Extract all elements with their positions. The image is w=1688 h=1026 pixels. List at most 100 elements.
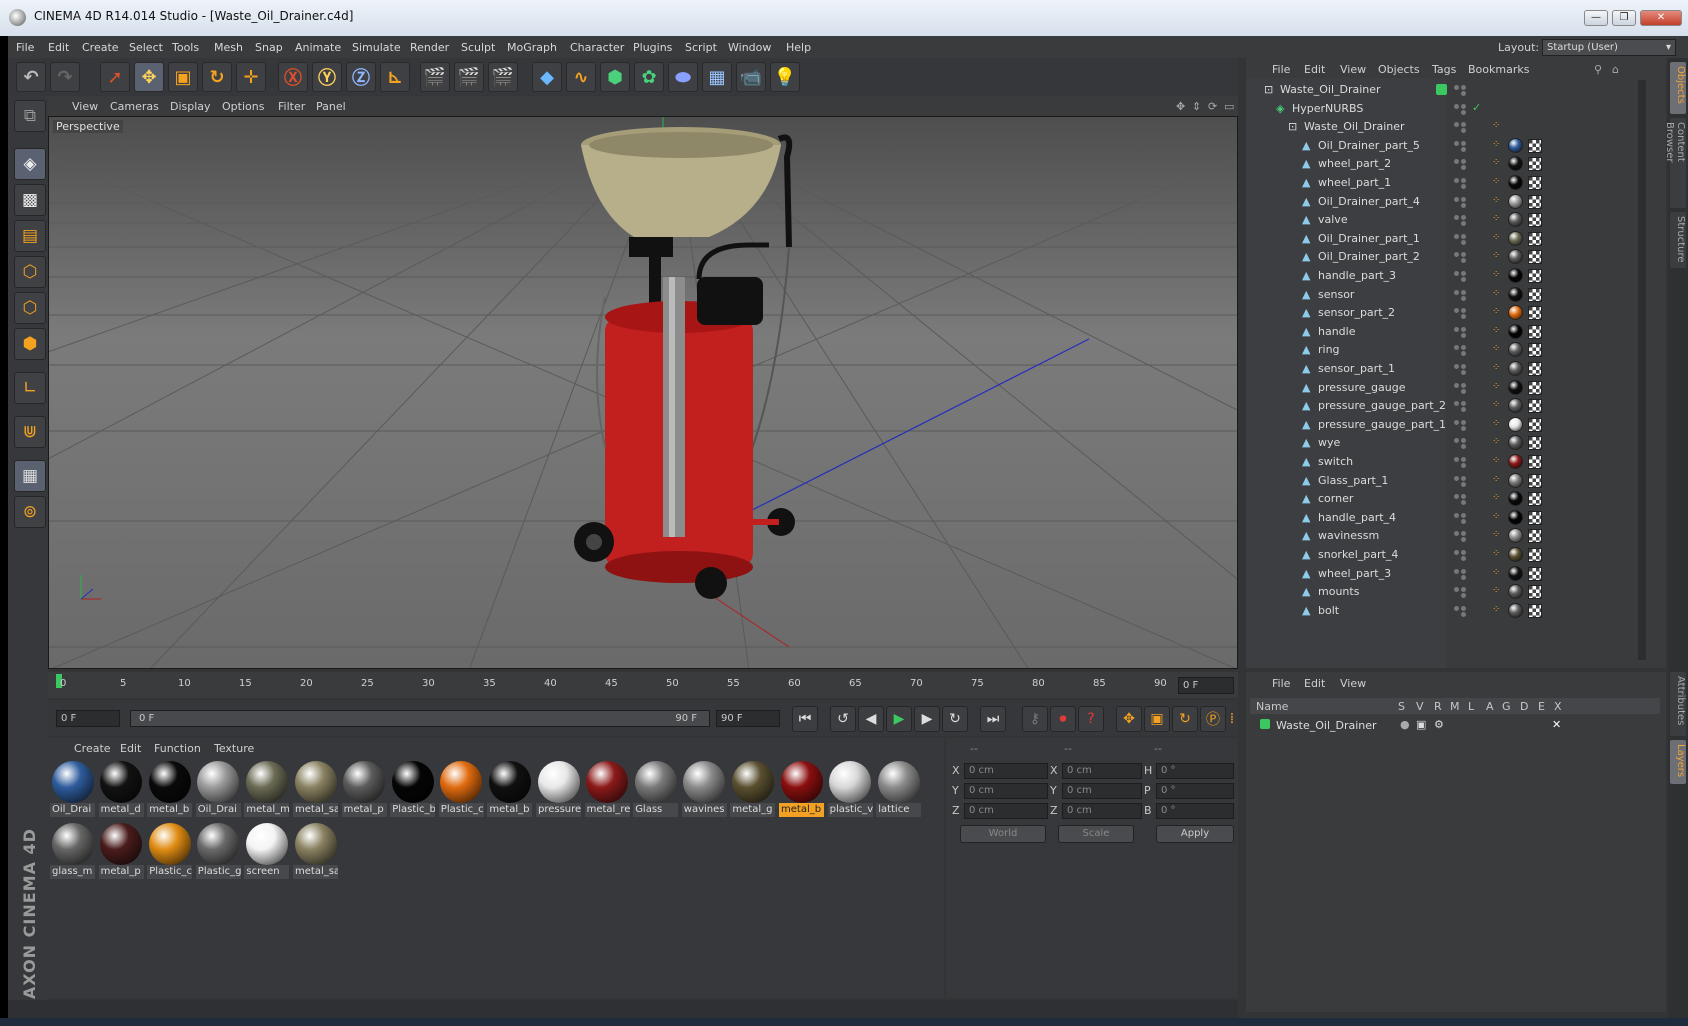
coord-mode-dropdown[interactable]: Scale	[1058, 825, 1134, 843]
material-swatch[interactable]: Glass	[633, 760, 679, 818]
rotation-b-field[interactable]: 0 °	[1156, 803, 1234, 819]
objects-menu-file[interactable]: File	[1272, 63, 1290, 76]
prev-frame-button[interactable]: ◀	[858, 706, 884, 732]
size-z-field[interactable]: 0 cm	[1062, 803, 1142, 819]
z-axis-button[interactable]: Ⓩ	[346, 62, 376, 92]
layer-xref-icon[interactable]: ✕	[1552, 718, 1561, 731]
menu-animate[interactable]: Animate	[295, 41, 341, 54]
object-row[interactable]: ▲ Oil_Drainer_part_5 ⁘	[1254, 136, 1652, 156]
material-swatch[interactable]: Plastic_b	[390, 760, 436, 818]
texture-tag[interactable]	[1508, 305, 1523, 321]
visibility-dots[interactable]	[1454, 289, 1468, 301]
texture-tag[interactable]	[1508, 268, 1523, 283]
add-array-button[interactable]: ✿	[634, 62, 664, 92]
object-row[interactable]: ▲ snorkel_part_4 ⁘	[1254, 545, 1652, 565]
phong-tag-icon[interactable]: ⁘	[1492, 567, 1504, 580]
material-swatch[interactable]: metal_b	[147, 760, 193, 818]
play-button[interactable]: ▶	[886, 706, 912, 732]
go-to-start-button[interactable]: ⏮	[792, 706, 818, 732]
position-x-field[interactable]: 0 cm	[964, 763, 1048, 779]
texture-tag[interactable]	[1508, 193, 1523, 209]
visibility-dots[interactable]	[1454, 252, 1468, 264]
viewport-menu-display[interactable]: Display	[170, 100, 211, 113]
visibility-dots[interactable]	[1454, 196, 1468, 208]
size-y-field[interactable]: 0 cm	[1062, 783, 1142, 799]
visibility-dots[interactable]	[1454, 271, 1468, 282]
texture-tag[interactable]	[1508, 509, 1523, 525]
visibility-dots[interactable]	[1454, 140, 1468, 152]
visibility-dots[interactable]	[1454, 550, 1468, 561]
objects-menu-objects[interactable]: Objects	[1378, 63, 1420, 76]
uvw-tag[interactable]	[1528, 380, 1542, 395]
visibility-dots[interactable]	[1454, 103, 1468, 115]
x-axis-button[interactable]: Ⓧ	[278, 62, 308, 92]
menu-create[interactable]: Create	[82, 41, 119, 54]
material-swatch[interactable]: Plastic_c	[147, 822, 193, 880]
coordinate-system-button[interactable]: ⊾	[380, 62, 410, 92]
uvw-tag[interactable]	[1528, 362, 1542, 376]
phong-tag-icon[interactable]: ⁘	[1492, 213, 1504, 226]
texture-tag[interactable]	[1508, 137, 1523, 153]
uvw-tag[interactable]	[1528, 436, 1542, 451]
object-row[interactable]: ▲ mounts ⁘	[1254, 582, 1652, 602]
object-row[interactable]: ▲ handle ⁘	[1254, 322, 1652, 342]
layers-menu-file[interactable]: File	[1272, 677, 1290, 690]
object-row[interactable]: ▲ Oil_Drainer_part_4 ⁘	[1254, 192, 1652, 212]
phong-tag-icon[interactable]: ⁘	[1492, 176, 1504, 189]
visibility-dots[interactable]	[1454, 531, 1468, 543]
object-row[interactable]: ▲ Oil_Drainer_part_2 ⁘	[1254, 247, 1652, 267]
visibility-dots[interactable]	[1454, 587, 1468, 599]
texture-tag[interactable]	[1508, 230, 1523, 246]
uvw-tag[interactable]	[1528, 585, 1542, 600]
visibility-dots[interactable]	[1454, 382, 1468, 394]
texture-tag[interactable]	[1508, 398, 1523, 414]
perspective-viewport[interactable]: Perspective	[48, 116, 1238, 669]
record-keys-button[interactable]: ⚷	[1022, 706, 1048, 732]
material-swatch[interactable]: metal_p	[98, 822, 144, 880]
frame-range-slider[interactable]: 0 F 90 F	[130, 710, 710, 727]
add-spline-button[interactable]: ∿	[566, 62, 596, 92]
uvw-tag[interactable]	[1528, 287, 1542, 302]
viewport-rotate-icon[interactable]: ⟳	[1208, 100, 1217, 113]
layer-visible-icon[interactable]: ▣	[1416, 718, 1426, 731]
add-deformer-button[interactable]: ⬬	[668, 62, 698, 92]
texture-tag[interactable]	[1508, 156, 1523, 172]
material-swatch[interactable]: lattice	[876, 760, 922, 818]
phong-tag-icon[interactable]: ⁘	[1492, 139, 1504, 152]
object-row[interactable]: ▲ pressure_gauge_part_2 ⁘	[1254, 396, 1652, 416]
phong-tag-icon[interactable]: ⁘	[1492, 474, 1504, 487]
key-param-button[interactable]: Ⓟ	[1200, 706, 1226, 732]
undo-button[interactable]: ↶	[16, 62, 46, 92]
uvw-tag[interactable]	[1528, 529, 1542, 544]
enabled-check-icon[interactable]: ✓	[1472, 101, 1481, 114]
material-swatch[interactable]: metal_b	[779, 760, 824, 818]
autokey-button[interactable]: ⏺	[1050, 706, 1076, 732]
object-row[interactable]: ▲ switch ⁘	[1254, 452, 1652, 472]
object-row[interactable]: ▲ sensor ⁘	[1254, 285, 1652, 305]
material-swatch[interactable]: metal_d	[98, 760, 144, 818]
texture-mode-button[interactable]: ▩	[14, 184, 46, 216]
viewport-zoom-icon[interactable]: ⇕	[1192, 100, 1201, 113]
phong-tag-icon[interactable]: ⁘	[1492, 381, 1504, 394]
objects-menu-bookmarks[interactable]: Bookmarks	[1468, 63, 1529, 76]
viewport-menu-view[interactable]: View	[72, 100, 98, 113]
phong-tag-icon[interactable]: ⁘	[1492, 343, 1504, 356]
material-swatch[interactable]: metal_g	[730, 760, 776, 818]
texture-tag[interactable]	[1508, 547, 1523, 562]
viewport-move-icon[interactable]: ✥	[1176, 100, 1185, 113]
key-rotation-button[interactable]: ↻	[1172, 706, 1198, 732]
menu-simulate[interactable]: Simulate	[352, 41, 401, 54]
render-view-button[interactable]: 🎬	[420, 62, 450, 92]
material-swatch[interactable]: Plastic_g	[195, 822, 241, 880]
layer-row[interactable]: Waste_Oil_Drainer ● ▣ ⚙ ✕	[1250, 716, 1660, 734]
viewport-maximize-icon[interactable]: ▭	[1224, 100, 1234, 113]
visibility-dots[interactable]	[1454, 401, 1468, 413]
texture-tag[interactable]	[1508, 435, 1523, 451]
texture-tag[interactable]	[1508, 416, 1523, 432]
workplane-mode-button[interactable]: ▤	[14, 220, 46, 252]
snap-button[interactable]: ⋓	[14, 416, 46, 448]
end-frame-field[interactable]: 90 F	[716, 710, 780, 727]
uvw-tag[interactable]	[1528, 492, 1542, 507]
key-position-button[interactable]: ✥	[1116, 706, 1142, 732]
menu-plugins[interactable]: Plugins	[633, 41, 672, 54]
